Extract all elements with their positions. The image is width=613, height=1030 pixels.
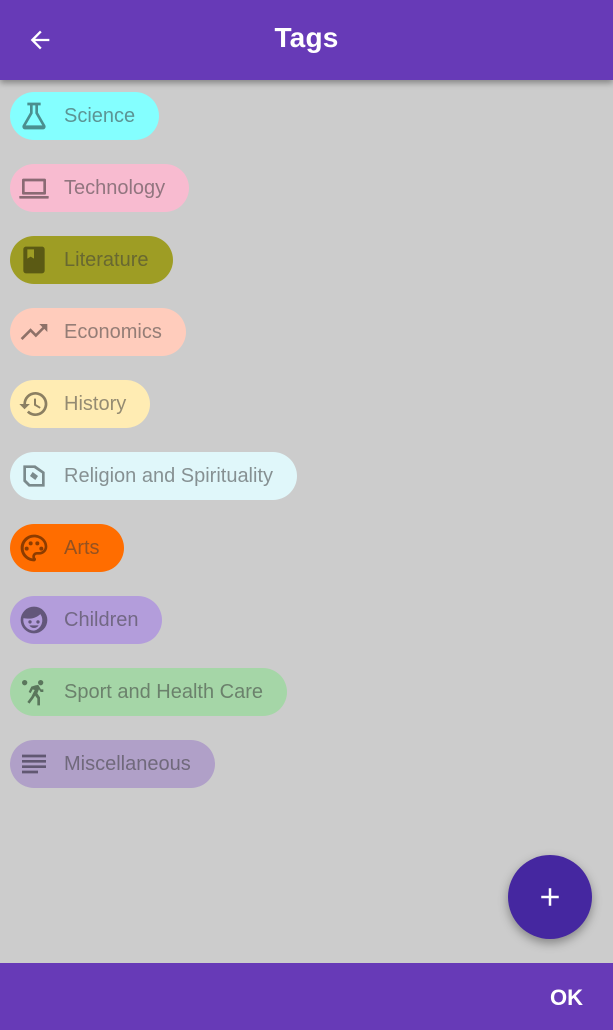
tag-chip-label: Technology — [64, 176, 166, 199]
tag-list: Science Technology Literature Economics Hist… — [10, 92, 298, 812]
tag-chip-label: Miscellaneous — [64, 752, 191, 775]
app-bar: Tags — [0, 0, 613, 80]
book-icon — [18, 244, 50, 276]
add-tag-button[interactable] — [508, 855, 592, 939]
tag-chip[interactable]: Science — [10, 92, 160, 140]
tag-chip[interactable]: History — [10, 380, 151, 428]
tag-chip-label: Science — [64, 104, 136, 127]
tag-chip[interactable]: Literature — [10, 236, 173, 284]
notes-icon — [18, 748, 50, 780]
flask-icon — [18, 100, 50, 132]
plus-icon — [541, 888, 559, 906]
tag-chip-label: Literature — [64, 248, 149, 271]
history-icon — [18, 388, 50, 420]
tag-chip-label: Religion and Spirituality — [64, 464, 274, 487]
tag-chip-label: Arts — [64, 536, 100, 559]
tag-chip-label: Sport and Health Care — [64, 680, 264, 703]
tag-chip[interactable]: Technology — [10, 164, 190, 212]
laptop-icon — [18, 172, 50, 204]
tag-chip-label: Economics — [64, 320, 162, 343]
child-face-icon — [18, 604, 50, 636]
tag-chip[interactable]: Children — [10, 596, 163, 644]
tag-chip-label: History — [64, 392, 127, 415]
tag-chip[interactable]: Religion and Spirituality — [10, 452, 298, 500]
trending-up-icon — [18, 316, 50, 348]
basketball-player-icon — [18, 676, 50, 708]
ok-button[interactable]: OK — [550, 985, 583, 1011]
tag-chip[interactable]: Sport and Health Care — [10, 668, 288, 716]
tag-chip[interactable]: Miscellaneous — [10, 740, 215, 788]
tag-chip[interactable]: Economics — [10, 308, 186, 356]
bottom-bar: OK — [0, 963, 613, 1030]
tag-chip-label: Children — [64, 608, 139, 631]
pray-icon — [18, 460, 50, 492]
page-title: Tags — [274, 22, 339, 53]
palette-icon — [18, 532, 50, 564]
tag-chip[interactable]: Arts — [10, 524, 124, 572]
